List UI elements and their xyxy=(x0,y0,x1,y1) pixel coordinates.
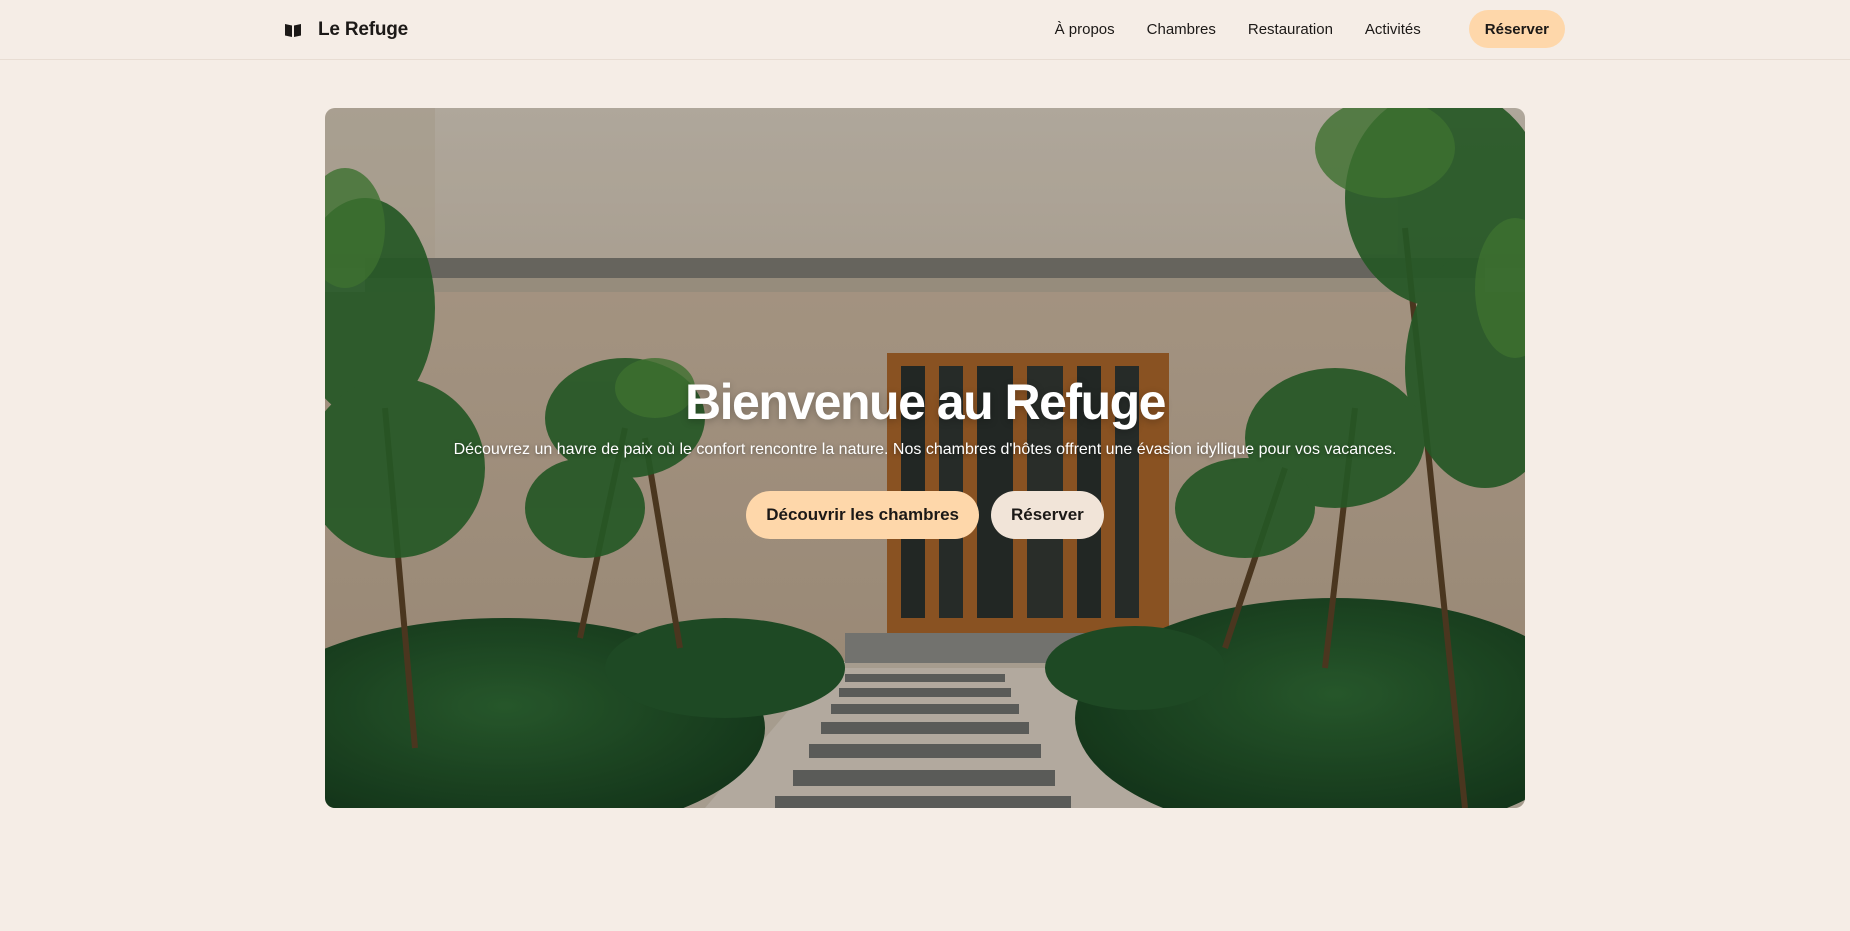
discover-rooms-button[interactable]: Découvrir les chambres xyxy=(746,491,979,539)
brand[interactable]: Le Refuge xyxy=(284,17,408,43)
site-header: Le Refuge À propos Chambres Restauration… xyxy=(0,0,1850,60)
hero-subtitle: Découvrez un havre de paix où le confort… xyxy=(453,441,1397,458)
nav-link-activites[interactable]: Activités xyxy=(1365,21,1421,38)
nav-link-chambres[interactable]: Chambres xyxy=(1147,21,1216,38)
brand-name: Le Refuge xyxy=(318,19,409,40)
hero-section: Bienvenue au Refuge Découvrez un havre d… xyxy=(325,108,1525,808)
header-reserve-button[interactable]: Réserver xyxy=(1468,10,1565,48)
book-icon xyxy=(285,24,301,37)
hero-content: Bienvenue au Refuge Découvrez un havre d… xyxy=(325,373,1525,539)
main-nav: À propos Chambres Restauration Activités… xyxy=(1055,10,1565,48)
hero-buttons: Découvrir les chambres Réserver xyxy=(325,491,1525,539)
nav-link-a-propos[interactable]: À propos xyxy=(1055,21,1115,38)
hero-title: Bienvenue au Refuge xyxy=(685,374,1166,430)
hero-reserve-button[interactable]: Réserver xyxy=(990,491,1104,539)
nav-link-restauration[interactable]: Restauration xyxy=(1248,21,1333,38)
